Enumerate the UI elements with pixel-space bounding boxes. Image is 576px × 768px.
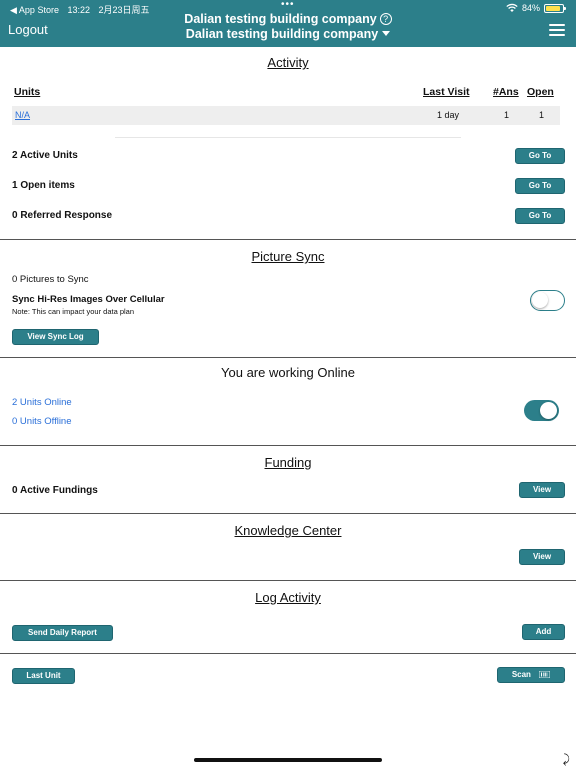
activity-title: Activity <box>267 55 309 70</box>
column-header-last-visit: Last Visit <box>423 86 470 98</box>
section-divider <box>0 580 576 581</box>
home-indicator[interactable] <box>194 758 382 762</box>
funding-view-button[interactable]: View <box>519 482 565 498</box>
log-activity-title: Log Activity <box>255 590 321 605</box>
company-title: Dalian testing building company? <box>0 12 576 26</box>
knowledge-view-button[interactable]: View <box>519 549 565 565</box>
column-header-ans: #Ans <box>493 86 519 98</box>
pictures-to-sync-label: 0 Pictures to Sync <box>12 274 89 285</box>
add-log-button[interactable]: Add <box>522 624 565 640</box>
data-plan-note: Note: This can impact your data plan <box>12 307 135 316</box>
table-divider <box>115 137 461 138</box>
company-selector[interactable]: Dalian testing building company <box>0 27 576 41</box>
referred-response-goto-button[interactable]: Go To <box>515 208 565 224</box>
section-divider <box>0 653 576 654</box>
section-divider <box>0 445 576 446</box>
open-items-label: 1 Open items <box>12 180 75 191</box>
section-divider <box>0 239 576 240</box>
app-header: ◀ App Store 13:22 2月23日周五 ••• 84% Logout… <box>0 0 576 47</box>
send-daily-report-button[interactable]: Send Daily Report <box>12 625 113 641</box>
open-value: 1 <box>539 110 545 120</box>
hires-sync-label: Sync Hi-Res Images Over Cellular <box>12 294 165 305</box>
column-header-units: Units <box>14 86 41 98</box>
referred-response-label: 0 Referred Response <box>12 210 113 221</box>
units-online-link[interactable]: 2 Units Online <box>12 397 72 408</box>
multitask-dots-icon[interactable]: ••• <box>281 0 295 10</box>
units-offline-link[interactable]: 0 Units Offline <box>12 416 72 427</box>
scan-button[interactable]: Scan <box>497 667 565 683</box>
table-row[interactable] <box>12 106 560 125</box>
open-items-goto-button[interactable]: Go To <box>515 178 565 194</box>
section-divider <box>0 513 576 514</box>
section-divider <box>0 357 576 358</box>
last-unit-button[interactable]: Last Unit <box>12 668 75 684</box>
funding-title: Funding <box>264 455 312 470</box>
online-status-title: You are working Online <box>221 365 355 380</box>
help-icon[interactable]: ? <box>379 13 392 25</box>
hires-sync-toggle[interactable] <box>530 290 565 311</box>
resize-handle-icon[interactable]: ⤸ <box>563 752 570 767</box>
active-units-goto-button[interactable]: Go To <box>515 148 565 164</box>
picture-sync-title: Picture Sync <box>251 249 325 264</box>
barcode-icon <box>538 670 551 679</box>
column-header-open: Open <box>527 86 554 98</box>
view-sync-log-button[interactable]: View Sync Log <box>12 329 99 345</box>
menu-icon[interactable] <box>549 24 565 36</box>
active-fundings-label: 0 Active Fundings <box>12 485 98 496</box>
chevron-down-icon <box>382 31 391 36</box>
active-units-label: 2 Active Units <box>12 150 78 161</box>
online-toggle[interactable] <box>524 400 559 421</box>
unit-link[interactable]: N/A <box>15 110 30 120</box>
last-visit-value: 1 day <box>437 110 460 120</box>
ans-value: 1 <box>504 110 510 120</box>
knowledge-center-title: Knowledge Center <box>234 523 342 538</box>
